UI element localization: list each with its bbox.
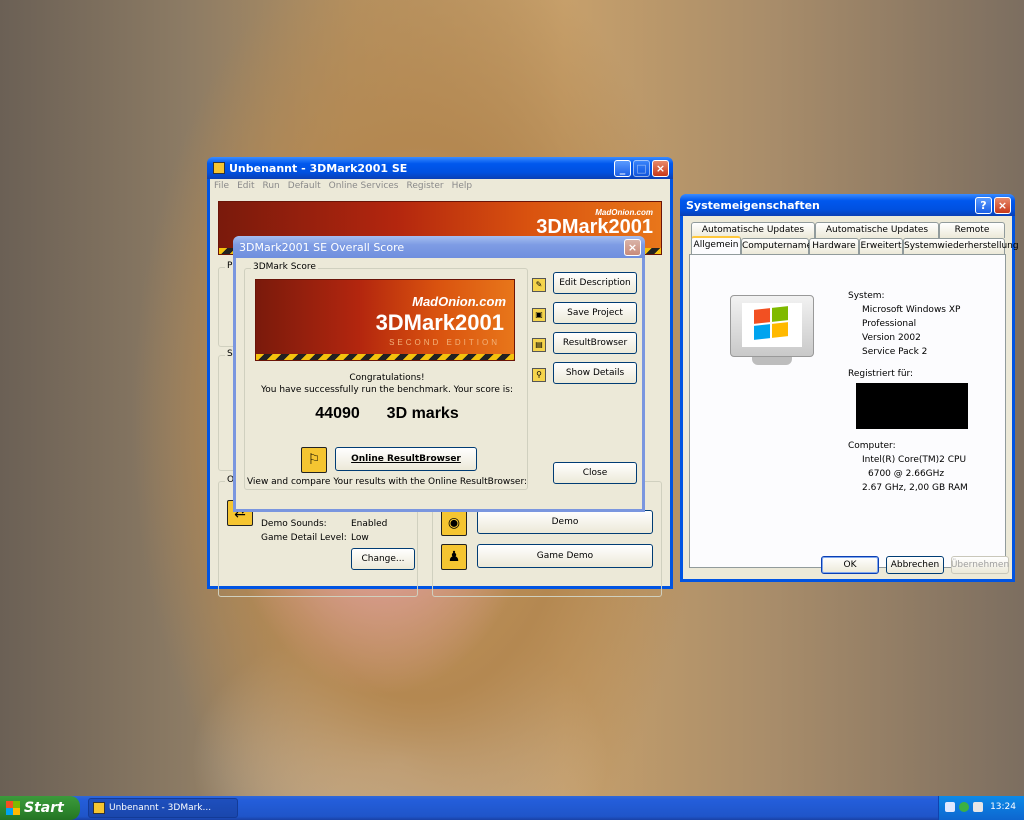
cancel-button[interactable]: Abbrechen	[886, 556, 944, 574]
help-icon[interactable]: ?	[975, 196, 992, 214]
clock: 13:24	[990, 802, 1016, 812]
system-edition: Professional	[862, 319, 917, 329]
demo-button[interactable]: Demo	[477, 510, 653, 534]
score-group: 3DMark Score MadOnion.com 3DMark2001 SEC…	[244, 262, 529, 490]
game-demo-button[interactable]: Game Demo	[477, 544, 653, 568]
logo-madonion: MadOnion.com	[412, 294, 506, 309]
show-details-button[interactable]: Show Details	[553, 362, 637, 384]
online-caption: View and compare Your results with the O…	[246, 477, 528, 487]
taskbar-task-3dmark[interactable]: Unbenannt - 3DMark...	[88, 798, 238, 818]
congrats-text: Congratulations!	[349, 373, 425, 383]
score-value: 44090	[315, 405, 360, 422]
menu-file[interactable]: File	[214, 179, 229, 195]
logo-brand: 3DMark2001	[375, 310, 504, 335]
system-os: Microsoft Windows XP	[862, 305, 961, 315]
score-dialog-titlebar[interactable]: 3DMark2001 SE Overall Score ×	[233, 236, 645, 258]
result-browser-icon: ▤	[532, 338, 546, 352]
menu-register[interactable]: Register	[407, 179, 444, 195]
maximize-button[interactable]: □	[633, 159, 650, 177]
score-display: 44090 3D marks	[245, 405, 529, 423]
app-icon	[213, 162, 225, 174]
resultbrowser-button[interactable]: ResultBrowser	[553, 332, 637, 354]
tab-panel: System: Microsoft Windows XP Professiona…	[689, 254, 1006, 568]
close-dialog-button[interactable]: Close	[553, 462, 637, 484]
apply-button[interactable]: Übernehmen	[951, 556, 1009, 574]
edit-description-icon: ✎	[532, 278, 546, 292]
menu-help[interactable]: Help	[452, 179, 473, 195]
magnifier-icon: ⚲	[532, 368, 546, 382]
score-logo: MadOnion.com 3DMark2001 SECOND EDITION	[255, 279, 515, 361]
main-window-title: Unbenannt - 3DMark2001 SE	[229, 161, 408, 175]
windows-monitor-icon	[730, 295, 814, 367]
computer-ram: 2.67 GHz, 2,00 GB RAM	[862, 483, 968, 493]
computer-cpu-speed: 6700 @ 2.66GHz	[868, 469, 945, 479]
menu-bar: File Edit Run Default Online Services Re…	[210, 179, 472, 195]
game-detail-label: Game Detail Level:	[261, 533, 347, 543]
security-icon[interactable]	[973, 802, 983, 812]
game-detail-value: Low	[351, 533, 369, 543]
score-close-icon[interactable]: ×	[624, 238, 641, 256]
score-dialog-client: 3DMark Score MadOnion.com 3DMark2001 SEC…	[236, 258, 642, 509]
start-label: Start	[24, 800, 64, 816]
edit-description-button[interactable]: Edit Description	[553, 272, 637, 294]
sysprops-titlebar[interactable]: Systemeigenschaften ? ×	[680, 194, 1015, 216]
logo-hazard-stripe	[256, 354, 514, 360]
redacted-registration-block	[856, 383, 968, 429]
score-group-label: 3DMark Score	[251, 262, 318, 272]
main-window-titlebar[interactable]: Unbenannt - 3DMark2001 SE _ □ ×	[207, 157, 673, 179]
system-version: Version 2002	[862, 333, 921, 343]
logo-edition: SECOND EDITION	[389, 338, 500, 347]
joystick-icon: ♟	[441, 544, 467, 570]
close-button[interactable]: ×	[652, 159, 669, 177]
eye-icon: ◉	[441, 510, 467, 536]
windows-logo-icon	[6, 801, 20, 815]
sysprops-title: Systemeigenschaften	[686, 198, 820, 212]
taskbar: Start Unbenannt - 3DMark... 13:24	[0, 796, 1024, 820]
computer-cpu: Intel(R) Core(TM)2 CPU	[862, 455, 967, 465]
tab-computername[interactable]: Computername	[741, 238, 812, 254]
volume-icon[interactable]	[945, 802, 955, 812]
save-project-button[interactable]: Save Project	[553, 302, 637, 324]
tab-hardware[interactable]: Hardware	[809, 238, 859, 254]
online-resultbrowser-button[interactable]: Online ResultBrowser	[335, 447, 477, 471]
menu-online-services[interactable]: Online Services	[329, 179, 399, 195]
network-icon[interactable]	[959, 802, 969, 812]
demo-sounds-value: Enabled	[351, 519, 388, 529]
tab-remote[interactable]: Remote	[939, 222, 1005, 238]
tab-allgemein[interactable]: Allgemein	[691, 236, 741, 254]
tab-systemwiederherstellung[interactable]: Systemwiederherstellung	[903, 238, 1019, 254]
demo-sounds-label: Demo Sounds:	[261, 519, 327, 529]
system-properties-window: Systemeigenschaften ? × Automatische Upd…	[680, 194, 1019, 582]
sysprops-client: Automatische Updates Automatische Update…	[683, 216, 1019, 579]
registered-label: Registriert für:	[848, 369, 914, 379]
menu-run[interactable]: Run	[263, 179, 280, 195]
change-button[interactable]: Change...	[351, 548, 415, 570]
tab-automatische-updates-2[interactable]: Automatische Updates	[815, 222, 939, 238]
system-tray: 13:24	[938, 796, 1024, 820]
save-icon: ▣	[532, 308, 546, 322]
score-unit: 3D marks	[386, 405, 459, 422]
start-button[interactable]: Start	[0, 796, 80, 820]
score-dialog: 3DMark2001 SE Overall Score × 3DMark Sco…	[233, 236, 645, 512]
minimize-button[interactable]: _	[614, 159, 631, 177]
task-label: Unbenannt - 3DMark...	[109, 803, 212, 813]
system-service-pack: Service Pack 2	[862, 347, 928, 357]
computer-label: Computer:	[848, 441, 896, 451]
menu-default[interactable]: Default	[288, 179, 321, 195]
task-app-icon	[93, 802, 105, 814]
menu-edit[interactable]: Edit	[237, 179, 254, 195]
sysprops-close-button[interactable]: ×	[994, 196, 1011, 214]
score-dialog-title: 3DMark2001 SE Overall Score	[239, 240, 405, 254]
success-message: You have successfully run the benchmark.…	[260, 385, 514, 395]
online-browser-icon: ⚐	[301, 447, 327, 473]
ok-button[interactable]: OK	[821, 556, 879, 574]
system-label: System:	[848, 291, 885, 301]
tab-erweitert[interactable]: Erweitert	[859, 238, 903, 254]
